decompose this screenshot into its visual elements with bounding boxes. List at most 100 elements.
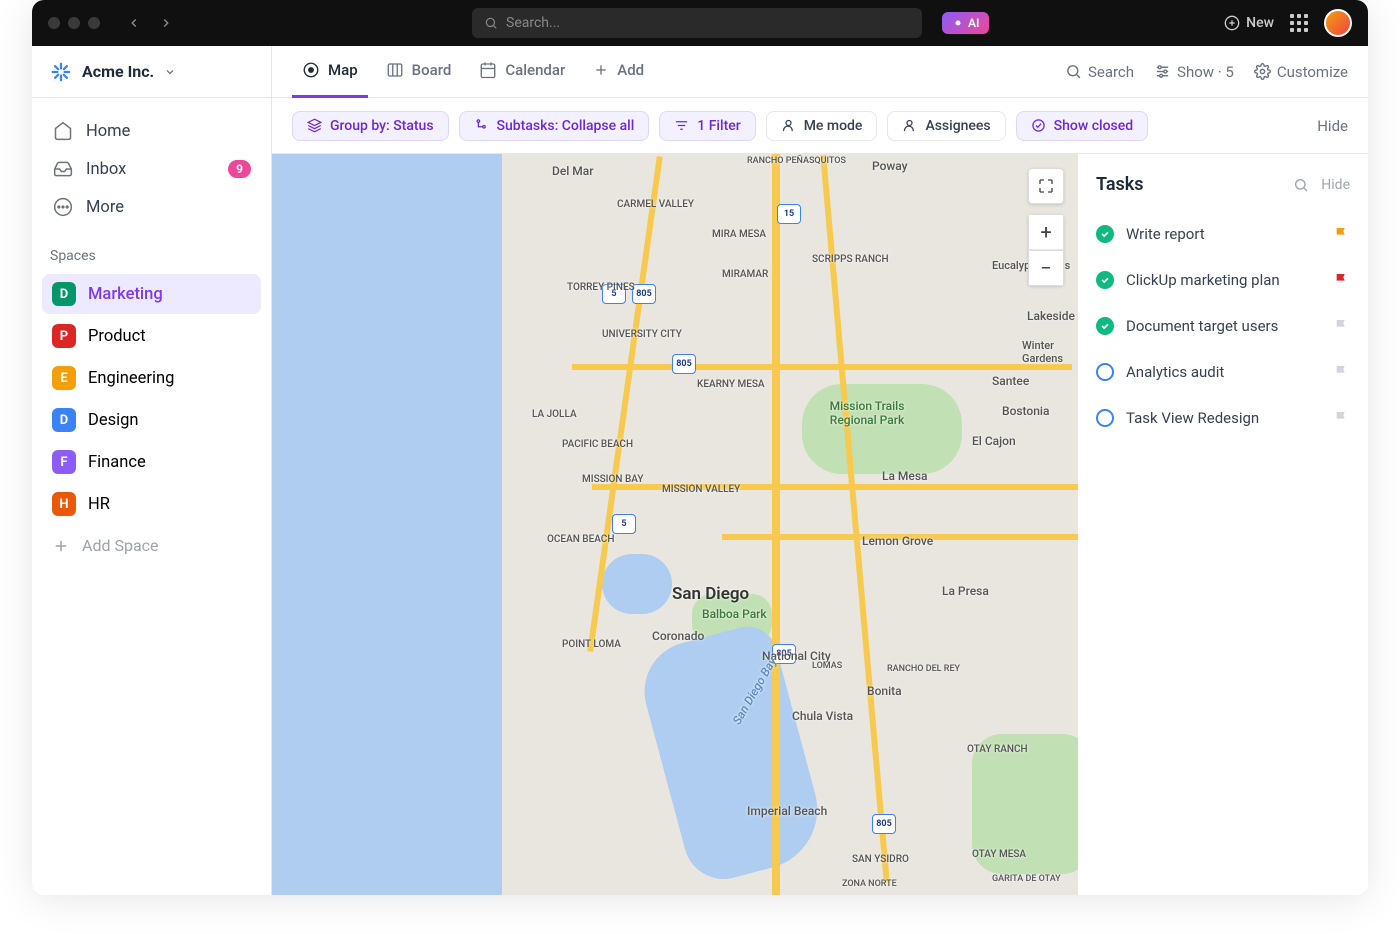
plus-circle-icon bbox=[1224, 15, 1240, 31]
map-zoom-out[interactable]: − bbox=[1028, 250, 1064, 286]
nav-inbox[interactable]: Inbox 9 bbox=[42, 150, 261, 188]
task-item[interactable]: Document target users bbox=[1096, 303, 1350, 349]
nav-more[interactable]: More bbox=[42, 188, 261, 226]
pin-icon bbox=[302, 61, 320, 79]
task-name: Task View Redesign bbox=[1126, 409, 1322, 427]
topbar: Search... AI New bbox=[32, 0, 1368, 46]
task-check-done[interactable] bbox=[1096, 271, 1114, 289]
task-check-open[interactable] bbox=[1096, 409, 1114, 427]
fullscreen-icon bbox=[1038, 178, 1054, 194]
chip-filter[interactable]: 1 Filter bbox=[659, 111, 755, 141]
tab-map[interactable]: Map bbox=[292, 46, 368, 98]
home-icon bbox=[52, 120, 74, 142]
person-icon bbox=[781, 118, 796, 133]
ai-icon bbox=[952, 17, 964, 29]
add-space-button[interactable]: Add Space bbox=[32, 526, 271, 565]
layers-icon bbox=[307, 118, 322, 133]
task-name: Write report bbox=[1126, 225, 1322, 243]
chevron-down-icon bbox=[164, 66, 176, 78]
view-search[interactable]: Search bbox=[1065, 63, 1134, 81]
space-label: HR bbox=[88, 495, 110, 514]
flag-icon[interactable] bbox=[1334, 364, 1350, 380]
space-icon: H bbox=[52, 492, 76, 516]
nav-label: Home bbox=[86, 122, 130, 141]
task-name: Document target users bbox=[1126, 317, 1322, 335]
traffic-close[interactable] bbox=[48, 17, 60, 29]
space-item-finance[interactable]: F Finance bbox=[42, 442, 261, 482]
space-item-engineering[interactable]: E Engineering bbox=[42, 358, 261, 398]
chip-subtasks[interactable]: Subtasks: Collapse all bbox=[459, 111, 650, 141]
task-item[interactable]: Task View Redesign bbox=[1096, 395, 1350, 441]
global-search[interactable]: Search... bbox=[472, 8, 922, 38]
view-customize[interactable]: Customize bbox=[1254, 63, 1348, 81]
inbox-icon bbox=[52, 158, 74, 180]
plus-icon bbox=[52, 537, 70, 555]
ai-button[interactable]: AI bbox=[942, 12, 989, 34]
check-circle-icon bbox=[1031, 118, 1046, 133]
flag-icon[interactable] bbox=[1334, 318, 1350, 334]
tasks-hide[interactable]: Hide bbox=[1321, 177, 1350, 193]
filter-bar: Group by: Status Subtasks: Collapse all … bbox=[272, 98, 1368, 154]
space-label: Design bbox=[88, 411, 138, 430]
space-label: Engineering bbox=[88, 369, 174, 388]
workspace-switcher[interactable]: Acme Inc. bbox=[32, 46, 271, 98]
tasks-panel: Tasks Hide Write report ClickUp marketing… bbox=[1078, 154, 1368, 895]
traffic-min[interactable] bbox=[68, 17, 80, 29]
task-check-done[interactable] bbox=[1096, 317, 1114, 335]
flag-icon[interactable] bbox=[1334, 226, 1350, 242]
nav-home[interactable]: Home bbox=[42, 112, 261, 150]
chip-me-mode[interactable]: Me mode bbox=[766, 111, 878, 141]
search-placeholder: Search... bbox=[506, 15, 560, 31]
flag-icon[interactable] bbox=[1334, 410, 1350, 426]
map-canvas[interactable]: 15 805 5 805 5 805 805 San Diego La Mesa… bbox=[272, 154, 1078, 895]
spaces-label: Spaces bbox=[32, 226, 271, 272]
tasks-title: Tasks bbox=[1096, 174, 1144, 195]
chip-group[interactable]: Group by: Status bbox=[292, 111, 449, 141]
search-icon[interactable] bbox=[1293, 177, 1309, 193]
space-item-design[interactable]: D Design bbox=[42, 400, 261, 440]
board-icon bbox=[386, 61, 404, 79]
space-item-hr[interactable]: H HR bbox=[42, 484, 261, 524]
task-check-done[interactable] bbox=[1096, 225, 1114, 243]
map-fullscreen[interactable] bbox=[1028, 168, 1064, 204]
user-avatar[interactable] bbox=[1324, 9, 1352, 37]
task-item[interactable]: ClickUp marketing plan bbox=[1096, 257, 1350, 303]
tab-board[interactable]: Board bbox=[376, 46, 462, 98]
tab-add[interactable]: Add bbox=[583, 46, 654, 98]
nav-label: Inbox bbox=[86, 160, 126, 179]
space-label: Product bbox=[88, 327, 146, 346]
sliders-icon bbox=[1154, 63, 1171, 80]
subtask-icon bbox=[474, 118, 489, 133]
space-icon: E bbox=[52, 366, 76, 390]
traffic-max[interactable] bbox=[88, 17, 100, 29]
space-item-marketing[interactable]: DMarketing bbox=[42, 274, 261, 314]
apps-menu[interactable] bbox=[1290, 14, 1308, 32]
flag-icon[interactable] bbox=[1334, 272, 1350, 288]
nav-back[interactable] bbox=[120, 9, 148, 37]
chip-show-closed[interactable]: Show closed bbox=[1016, 111, 1148, 141]
workspace-name: Acme Inc. bbox=[82, 62, 154, 81]
person-icon bbox=[902, 118, 917, 133]
space-item-product[interactable]: PProduct bbox=[42, 316, 261, 356]
space-icon: F bbox=[52, 450, 76, 474]
filter-hide[interactable]: Hide bbox=[1317, 117, 1348, 135]
map-zoom-in[interactable]: + bbox=[1028, 214, 1064, 250]
task-item[interactable]: Write report bbox=[1096, 211, 1350, 257]
new-button[interactable]: New bbox=[1224, 15, 1274, 31]
nav-forward[interactable] bbox=[152, 9, 180, 37]
task-item[interactable]: Analytics audit bbox=[1096, 349, 1350, 395]
filter-icon bbox=[674, 118, 689, 133]
window-controls bbox=[48, 17, 100, 29]
space-label: Finance bbox=[88, 453, 146, 472]
search-icon bbox=[484, 16, 498, 30]
space-icon: D bbox=[52, 408, 76, 432]
view-show[interactable]: Show · 5 bbox=[1154, 63, 1234, 81]
calendar-icon bbox=[479, 61, 497, 79]
task-check-open[interactable] bbox=[1096, 363, 1114, 381]
nav-label: More bbox=[86, 198, 124, 217]
chip-assignees[interactable]: Assignees bbox=[887, 111, 1005, 141]
search-icon bbox=[1065, 63, 1082, 80]
tab-calendar[interactable]: Calendar bbox=[469, 46, 575, 98]
workspace-logo-icon bbox=[50, 61, 72, 83]
view-tabs: Map Board Calendar Add Search bbox=[272, 46, 1368, 98]
